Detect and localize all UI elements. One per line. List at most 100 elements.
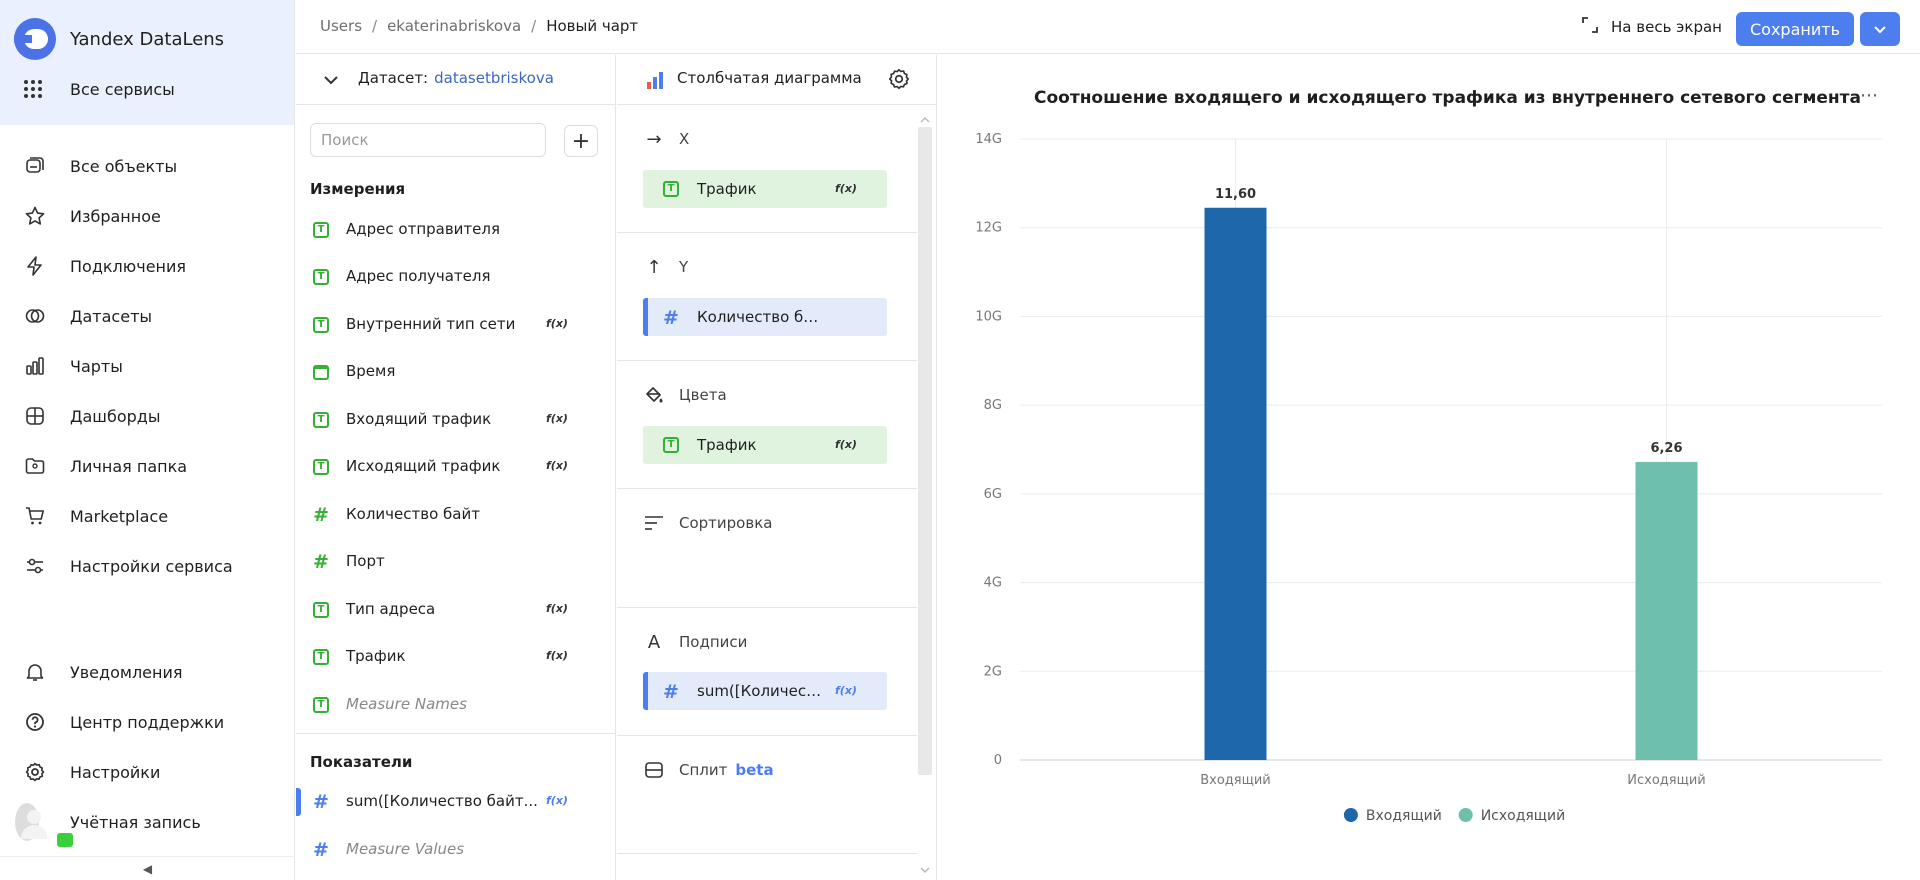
section-divider <box>617 232 917 233</box>
app-logo[interactable]: Yandex DataLens <box>14 18 224 60</box>
search-input[interactable]: Поиск <box>310 123 546 157</box>
formula-icon: f(x) <box>835 182 857 195</box>
sidebar-item-favorites[interactable]: Избранное <box>0 196 295 236</box>
sidebar-item-dashboards[interactable]: Дашборды <box>0 396 295 436</box>
sidebar-item-charts[interactable]: Чарты <box>0 346 295 386</box>
personal-folder-icon <box>23 454 47 478</box>
section-labels-title: Подписи <box>679 633 748 651</box>
field-item[interactable]: T Исходящий трафик f(x) <box>296 447 616 487</box>
sidebar-item-settings[interactable]: Настройки <box>0 752 295 792</box>
sidebar-item-account[interactable]: Учётная запись <box>0 802 295 847</box>
sidebar-item-personal-folder[interactable]: Личная папка <box>0 446 295 486</box>
text-type-icon: T <box>312 316 330 334</box>
gear-icon <box>23 760 47 784</box>
text-type-icon: T <box>312 601 330 619</box>
text-type-icon: T <box>312 268 330 286</box>
field-item[interactable]: T Внутренний тип сети f(x) <box>296 305 616 345</box>
add-field-button[interactable]: + <box>564 125 598 157</box>
fullscreen-button[interactable]: На весь экран <box>1581 16 1722 38</box>
text-type-icon: T <box>312 696 330 714</box>
field-label: Адрес получателя <box>346 267 491 285</box>
fullscreen-icon <box>1581 16 1599 38</box>
field-item[interactable]: # Количество байт <box>296 495 616 535</box>
sidebar-item-support[interactable]: Центр поддержки <box>0 702 295 742</box>
sidebar-item-label: Центр поддержки <box>70 712 225 732</box>
scrollbar-thumb[interactable] <box>918 127 932 775</box>
paint-bucket-icon <box>643 385 665 405</box>
save-options-button[interactable] <box>1860 12 1900 46</box>
sidebar-item-datasets[interactable]: Датасеты <box>0 296 295 336</box>
dataset-header[interactable]: Датасет: datasetbriskova <box>296 55 616 105</box>
dataset-name-link[interactable]: datasetbriskova <box>434 69 554 87</box>
sidebar-item-notifications[interactable]: Уведомления <box>0 652 295 692</box>
chip-color-field[interactable]: T Трафик f(x) <box>643 426 887 464</box>
chip-label-field[interactable]: # sum([Количество байт]) f(x) <box>643 672 887 710</box>
avatar <box>15 803 73 847</box>
field-item[interactable]: # Порт <box>296 542 616 582</box>
section-divider <box>617 607 917 608</box>
measure-item[interactable]: # Measure Values <box>296 830 616 870</box>
section-colors-title: Цвета <box>679 386 727 404</box>
field-label: Время <box>346 362 396 380</box>
y-tick-label: 2G <box>984 664 1002 679</box>
arrow-up-icon: ↑ <box>646 256 662 278</box>
sidebar-item-label: Уведомления <box>70 662 183 682</box>
breadcrumb-users[interactable]: Users <box>320 17 362 35</box>
sidebar-item-all-objects[interactable]: Все объекты <box>0 146 295 186</box>
data-label: 6,26 <box>1650 441 1682 456</box>
field-item[interactable]: T Measure Names <box>296 685 616 725</box>
breadcrumb-user-folder[interactable]: ekaterinabriskova <box>387 17 521 35</box>
all-services-label: Все сервисы <box>70 79 175 99</box>
bar <box>1204 207 1267 761</box>
gear-icon[interactable] <box>887 67 911 95</box>
field-item[interactable]: T Адрес отправителя <box>296 210 616 250</box>
y-tick-label: 0 <box>994 753 1002 768</box>
chevron-down-icon[interactable] <box>322 71 340 93</box>
number-type-icon: # <box>313 503 329 526</box>
formula-icon: f(x) <box>546 412 568 425</box>
collapse-sidebar-button[interactable]: ◀ <box>0 856 295 880</box>
field-item[interactable]: T Тип адреса f(x) <box>296 590 616 630</box>
field-label: Количество байт <box>346 505 480 523</box>
dataset-panel: Датасет: datasetbriskova Поиск + Измерени… <box>296 55 616 880</box>
formula-icon: f(x) <box>546 459 568 472</box>
save-button[interactable]: Сохранить <box>1736 12 1854 46</box>
sidebar-item-label: Учётная запись <box>70 812 201 832</box>
number-type-icon: # <box>663 307 679 329</box>
section-sort-title: Сортировка <box>679 514 773 532</box>
chip-y-field[interactable]: # Количество байт <box>643 298 887 336</box>
sort-icon <box>643 515 665 531</box>
visualization-panel: Столбчатая диаграмма → X T Трафик f(x) ↑ Y… <box>617 55 937 880</box>
number-type-icon: # <box>313 838 329 861</box>
field-label: Measure Values <box>346 840 465 858</box>
section-divider <box>296 733 616 734</box>
top-bar: Users / ekaterinabriskova / Новый чарт На ве… <box>296 0 1920 54</box>
measure-item[interactable]: # sum([Количество байт... f(x) <box>296 782 616 822</box>
y-tick-label: 12G <box>975 221 1002 236</box>
plus-icon: + <box>571 128 591 154</box>
field-label: Measure Names <box>346 695 467 713</box>
chip-x-field[interactable]: T Трафик f(x) <box>643 170 887 208</box>
dimensions-title: Измерения <box>310 180 406 198</box>
all-services-button[interactable]: Все сервисы <box>24 77 175 101</box>
legend-marker <box>1343 808 1358 822</box>
section-divider <box>617 735 917 736</box>
text-type-icon: T <box>663 437 679 453</box>
y-tick-label: 14G <box>975 132 1002 147</box>
visualization-header[interactable]: Столбчатая диаграмма <box>617 55 937 105</box>
sidebar-item-marketplace[interactable]: Marketplace <box>0 496 295 536</box>
sidebar-item-connections[interactable]: Подключения <box>0 246 295 286</box>
field-item[interactable]: Время <box>296 352 616 392</box>
cart-icon <box>23 504 47 528</box>
bell-icon <box>23 660 47 684</box>
section-divider <box>617 488 917 489</box>
field-item[interactable]: T Входящий трафик f(x) <box>296 400 616 440</box>
sidebar-item-service-settings[interactable]: Настройки сервиса <box>0 546 295 586</box>
number-type-icon: # <box>313 550 329 573</box>
field-item[interactable]: T Трафик f(x) <box>296 637 616 677</box>
help-icon <box>23 710 47 734</box>
bar <box>1635 461 1698 760</box>
bar-chart-icon <box>645 70 665 94</box>
legend-item: Входящий <box>1366 808 1442 824</box>
field-item[interactable]: T Адрес получателя <box>296 257 616 297</box>
